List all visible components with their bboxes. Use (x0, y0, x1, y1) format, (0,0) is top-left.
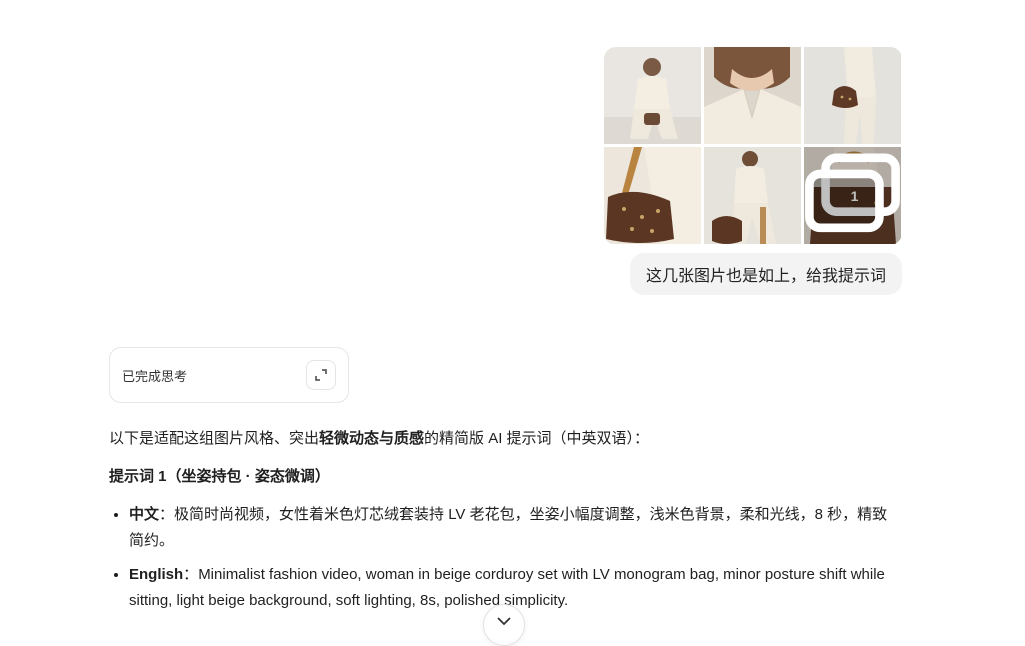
intro-text-bold: 轻微动态与质感 (319, 430, 425, 447)
user-message-text: 这几张图片也是如上，给我提示词 (645, 268, 886, 285)
expand-thinking-button[interactable] (306, 360, 336, 390)
prompt-item-separator: ： (183, 566, 199, 583)
photo-closeup-collar (704, 47, 801, 144)
prompt-item-chinese: 中文：极简时尚视频，女性着米色灯芯绒套装持 LV 老花包，坐姿小幅度调整，浅米色… (129, 502, 899, 554)
prompt-heading: 提示词 1（坐姿持包 · 姿态微调） (109, 468, 330, 485)
prompt-item-label: English (129, 566, 184, 583)
prompt-list: 中文：极简时尚视频，女性着米色灯芯绒套装持 LV 老花包，坐姿小幅度调整，浅米色… (109, 502, 899, 614)
assistant-answer: 以下是适配这组图片风格、突出轻微动态与质感的精简版 AI 提示词（中英双语）： … (109, 426, 899, 622)
intro-text-start: 以下是适配这组图片风格、突出 (109, 430, 320, 447)
prompt-item-text: Minimalist fashion video, woman in beige… (129, 566, 885, 609)
prompt-item-separator: ： (159, 506, 175, 523)
photo-woman-seated-with-bag (604, 47, 701, 144)
image-thumbnail-1[interactable] (604, 47, 701, 144)
image-thumbnail-4[interactable] (604, 147, 701, 244)
image-thumbnail-5[interactable] (704, 147, 801, 244)
expand-icon (315, 369, 327, 381)
scroll-to-bottom-button[interactable] (483, 604, 525, 646)
thinking-label: 已完成思考 (122, 368, 188, 384)
image-thumbnail-2[interactable] (704, 47, 801, 144)
thinking-summary-card[interactable]: 已完成思考 (109, 347, 349, 403)
prompt-item-label: 中文 (129, 506, 160, 523)
photo-bag-on-shoulder (804, 47, 901, 144)
image-thumbnail-3[interactable] (804, 47, 901, 144)
intro-text-end: 的精简版 AI 提示词（中英双语）： (424, 430, 650, 447)
user-image-grid: 1 (604, 47, 902, 245)
prompt-item-text: 极简时尚视频，女性着米色灯芯绒套装持 LV 老花包，坐姿小幅度调整，浅米色背景，… (129, 506, 888, 549)
photo-monogram-bag-closeup (604, 147, 701, 244)
photo-woman-seated-full (704, 147, 801, 244)
image-thumbnail-6[interactable]: 1 (804, 147, 901, 244)
chevron-down-icon (497, 617, 511, 626)
user-message-bubble: 这几张图片也是如上，给我提示词 (629, 253, 902, 295)
more-images-overlay[interactable]: 1 (804, 147, 901, 244)
answer-intro: 以下是适配这组图片风格、突出轻微动态与质感的精简版 AI 提示词（中英双语）： (109, 426, 899, 452)
